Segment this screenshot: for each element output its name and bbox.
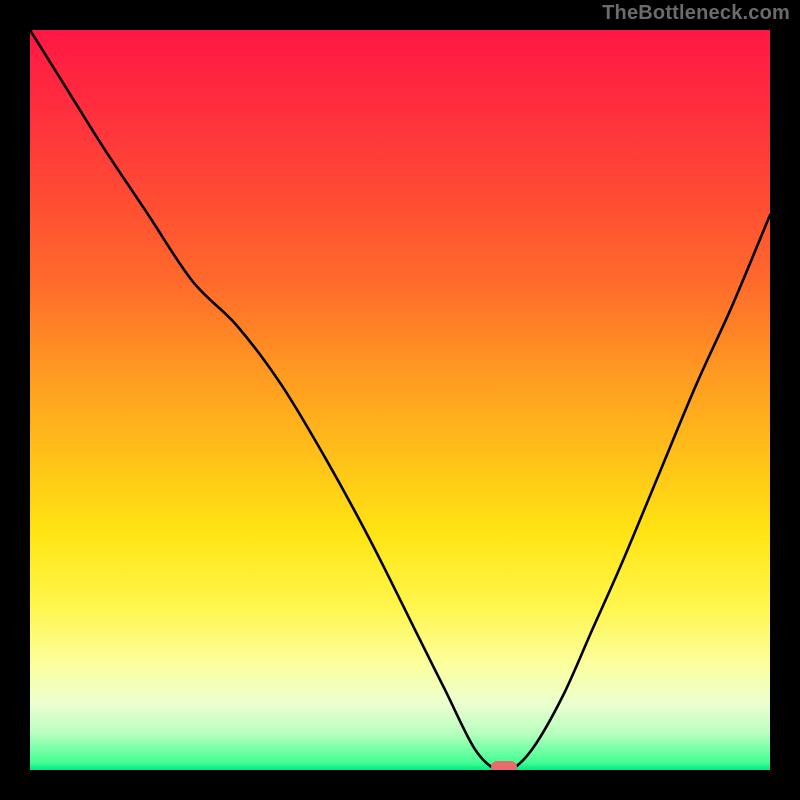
watermark-text: TheBottleneck.com	[602, 2, 790, 25]
curve-path	[30, 30, 770, 770]
chart-frame: TheBottleneck.com	[0, 0, 800, 800]
optimal-point-marker	[491, 761, 517, 770]
bottleneck-curve	[30, 30, 770, 770]
plot-area	[30, 30, 770, 770]
